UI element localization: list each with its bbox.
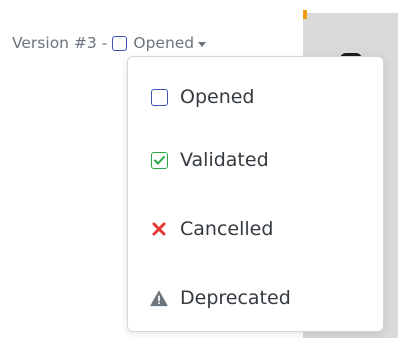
status-option-validated[interactable]: Validated — [128, 140, 383, 180]
status-option-label: Cancelled — [180, 218, 274, 240]
version-status-line: Version #3 - Opened — [12, 31, 207, 55]
caret-down-icon — [198, 41, 207, 47]
status-option-label: Deprecated — [180, 287, 291, 309]
screen: Version #3 - Opened Opened Validated Can… — [0, 0, 398, 338]
status-option-deprecated[interactable]: Deprecated — [128, 278, 383, 318]
open-square-icon — [150, 88, 168, 106]
status-option-label: Validated — [180, 149, 269, 171]
status-option-label: Opened — [180, 86, 255, 108]
version-label: Version #3 — [12, 34, 97, 52]
status-dropdown-menu: Opened Validated Cancelled Deprecated — [127, 56, 384, 332]
checked-square-icon — [150, 151, 168, 169]
status-option-opened[interactable]: Opened — [128, 77, 383, 117]
cross-icon — [150, 220, 168, 238]
orange-marker — [303, 10, 307, 19]
warning-triangle-icon — [150, 289, 168, 307]
open-square-icon — [112, 35, 128, 51]
status-dropdown-toggle[interactable]: Opened — [112, 34, 207, 52]
current-status-label: Opened — [133, 34, 195, 52]
version-separator: - — [101, 34, 108, 52]
status-option-cancelled[interactable]: Cancelled — [128, 209, 383, 249]
